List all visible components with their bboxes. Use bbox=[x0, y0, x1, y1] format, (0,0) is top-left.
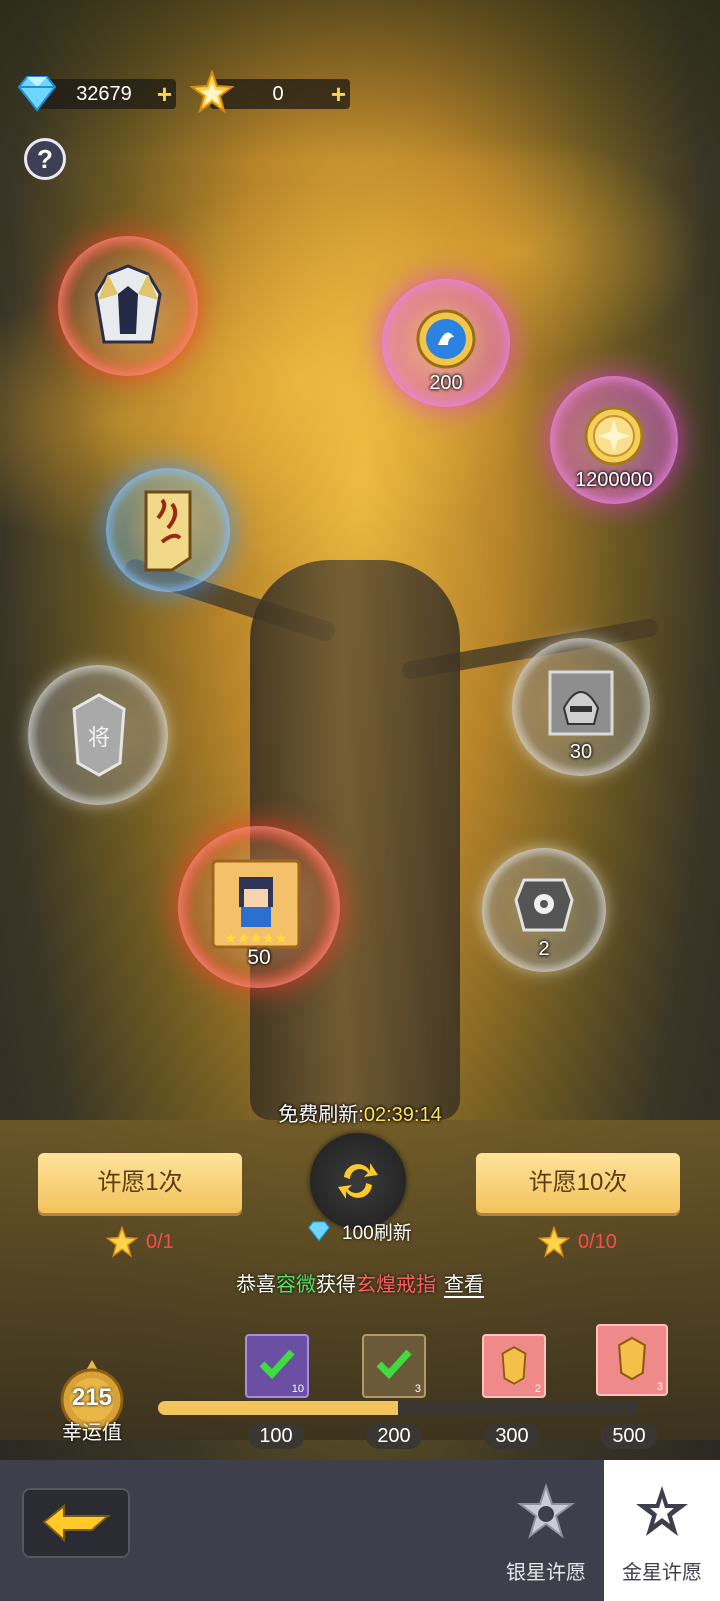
help-button[interactable]: ? bbox=[24, 138, 66, 180]
milestone-reward-500[interactable]: 3 bbox=[596, 1324, 668, 1396]
view-link[interactable]: 查看 bbox=[444, 1274, 484, 1298]
game-screen: 32679 + 0 + ? 200 1200000 将 30 ★★★★★ 50 … bbox=[0, 0, 720, 1601]
milestone-count: 3 bbox=[656, 1381, 663, 1393]
wish-once-button[interactable]: 许愿1次 bbox=[38, 1153, 242, 1213]
free-refresh-timer: 免费刷新:02:39:14 bbox=[0, 1098, 720, 1127]
flower-tag-icon bbox=[514, 878, 574, 932]
hero-count: 50 bbox=[247, 946, 271, 969]
luck-progress-bar bbox=[158, 1401, 638, 1415]
reward-bubble-gold[interactable]: 1200000 bbox=[550, 376, 678, 504]
diamond-icon bbox=[17, 76, 57, 112]
svg-text:将: 将 bbox=[88, 726, 110, 751]
diamond-value: 32679 bbox=[76, 83, 132, 105]
add-diamond-button[interactable]: + bbox=[157, 79, 172, 109]
broadcast-message: 恭喜容微获得玄煌戒指 查看 bbox=[0, 1268, 720, 1298]
star-value: 0 bbox=[272, 83, 284, 105]
reward-bubble-scroll[interactable] bbox=[106, 468, 230, 592]
wish-ten-button[interactable]: 许愿10次 bbox=[476, 1153, 680, 1213]
gold-count: 1200000 bbox=[575, 469, 653, 491]
free-refresh-label: 免费刷新: bbox=[278, 1104, 364, 1126]
milestone-count: 3 bbox=[414, 1383, 421, 1395]
milestone-reward-100[interactable]: 10 bbox=[245, 1334, 309, 1398]
refresh-button[interactable] bbox=[310, 1133, 406, 1229]
tag-count: 2 bbox=[538, 938, 550, 960]
wish-ten-cost: 0/10 bbox=[578, 1231, 617, 1253]
back-button[interactable] bbox=[22, 1488, 130, 1558]
reward-bubble-token[interactable]: 200 bbox=[382, 279, 510, 407]
svg-text:★★★★★: ★★★★★ bbox=[225, 931, 288, 947]
reward-bubble-helmet[interactable]: 30 bbox=[512, 638, 650, 776]
wish-once-cost: 0/1 bbox=[146, 1231, 174, 1253]
free-refresh-time: 02:39:14 bbox=[363, 1104, 442, 1126]
tab-gold-label: 金星许愿 bbox=[622, 1562, 702, 1584]
check-icon bbox=[376, 1349, 412, 1380]
general-card-icon: 将 bbox=[72, 693, 126, 777]
reward-bubble-general-card[interactable]: 将 bbox=[28, 665, 168, 805]
silver-star-icon bbox=[517, 1482, 575, 1539]
milestone-count: 2 bbox=[534, 1383, 541, 1395]
gold-star-icon bbox=[190, 70, 234, 114]
general-card-icon bbox=[618, 1336, 646, 1381]
reward-bubble-hero[interactable]: ★★★★★ 50 bbox=[178, 826, 340, 988]
general-card-icon bbox=[501, 1346, 527, 1385]
news-item: 玄煌戒指 bbox=[356, 1274, 436, 1296]
news-prefix: 恭喜 bbox=[236, 1274, 276, 1296]
milestone-count: 10 bbox=[291, 1383, 304, 1395]
refresh-cost: 100刷新 bbox=[342, 1223, 412, 1244]
reward-bubble-tag[interactable]: 2 bbox=[482, 848, 606, 972]
armor-icon bbox=[94, 264, 162, 344]
tab-silver-wish[interactable]: 银星许愿 bbox=[488, 1460, 604, 1601]
luck-progress-fill bbox=[158, 1401, 398, 1415]
diamond-icon bbox=[307, 1221, 331, 1242]
gold-star-icon bbox=[106, 1226, 138, 1258]
hero-portrait-icon: ★★★★★ bbox=[211, 859, 301, 949]
news-mid: 获得 bbox=[316, 1274, 356, 1296]
luck-label: 幸运值 bbox=[62, 1422, 122, 1444]
scroll-icon bbox=[144, 490, 192, 572]
back-arrow-icon bbox=[42, 1503, 111, 1543]
milestone-value-200: 200 bbox=[366, 1423, 422, 1449]
luck-value: 215 bbox=[71, 1384, 113, 1411]
reward-bubble-armor[interactable] bbox=[58, 236, 198, 376]
helmet-fragment-icon bbox=[548, 670, 614, 736]
milestone-value-300: 300 bbox=[484, 1423, 540, 1449]
milestone-value-500: 500 bbox=[601, 1423, 657, 1449]
luck-badge: 215 幸运值 bbox=[52, 1356, 132, 1446]
milestone-reward-300[interactable]: 2 bbox=[482, 1334, 546, 1398]
tab-gold-wish[interactable]: 金星许愿 bbox=[604, 1460, 720, 1601]
helmet-count: 30 bbox=[569, 741, 593, 763]
milestone-reward-200[interactable]: 3 bbox=[362, 1334, 426, 1398]
token-count: 200 bbox=[429, 372, 463, 394]
add-star-button[interactable]: + bbox=[331, 79, 346, 109]
gold-coin-icon bbox=[584, 406, 644, 466]
news-player: 容微 bbox=[276, 1274, 316, 1296]
blue-token-icon bbox=[416, 309, 476, 369]
tab-silver-label: 银星许愿 bbox=[506, 1562, 586, 1584]
gold-star-icon bbox=[538, 1226, 570, 1258]
gold-star-tab-icon bbox=[636, 1486, 688, 1536]
milestone-value-100: 100 bbox=[248, 1423, 304, 1449]
refresh-icon bbox=[338, 1163, 378, 1199]
check-icon bbox=[259, 1349, 295, 1380]
